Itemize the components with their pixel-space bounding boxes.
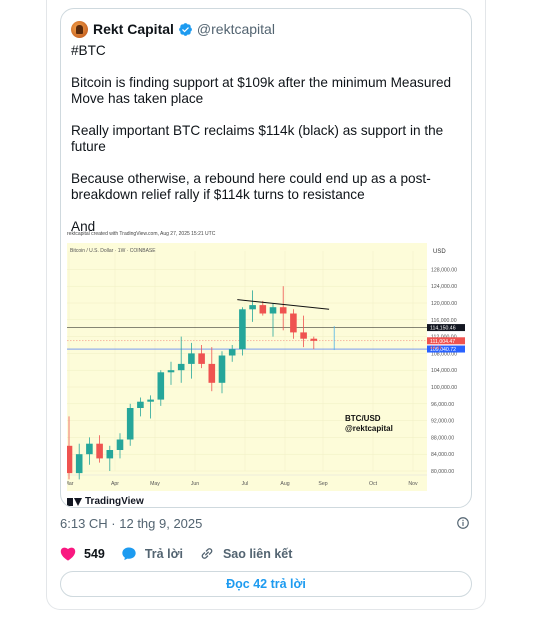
quoted-tweet[interactable]: Rekt Capital @rektcapital #BTC Bitcoin i… <box>60 8 472 508</box>
candle-body <box>188 353 195 364</box>
candle-body <box>290 313 297 333</box>
tweet-paragraph: Really important BTC reclaims $114k (bla… <box>71 123 444 154</box>
candle-body <box>157 372 165 400</box>
x-tick-label: Oct <box>369 481 378 487</box>
chart-plot: Bitcoin / U.S. Dollar · 1W · COINBASE USD… <box>67 243 467 491</box>
candle-body <box>249 305 256 310</box>
candle-body <box>259 305 267 314</box>
tradingview-icon <box>67 497 82 506</box>
candle-body <box>137 401 144 408</box>
like-button[interactable]: 549 <box>60 546 105 561</box>
tweet-timestamp[interactable]: 6:13 CH · 12 thg 9, 2025 <box>60 516 202 531</box>
candle-body <box>177 363 185 371</box>
price-axis-currency: USD <box>433 249 446 255</box>
candle-body <box>116 439 124 450</box>
verified-badge-icon <box>179 22 192 36</box>
read-replies-button[interactable]: Đọc 42 trả lời <box>60 571 472 597</box>
chart-symbol-label: Bitcoin / U.S. Dollar · 1W · COINBASE <box>70 248 156 254</box>
candle-body <box>198 353 205 364</box>
link-icon <box>201 548 213 559</box>
heart-icon <box>60 547 76 561</box>
copy-link-button[interactable]: Sao liên kết <box>199 546 292 561</box>
candle-body <box>75 454 83 474</box>
candle-body <box>279 307 287 314</box>
candle-body <box>147 399 154 402</box>
price-tag-last: 111,004.47 <box>430 339 455 345</box>
y-tick-label: 116,000.00 <box>431 318 457 324</box>
chart-meta-text: rektcapital created with TradingView.com… <box>67 231 216 237</box>
price-tag-114k: 114,150.46 <box>430 326 456 332</box>
author-name[interactable]: Rekt Capital <box>93 21 174 37</box>
reply-icon <box>122 547 136 561</box>
like-count: 549 <box>84 546 105 561</box>
chart-watermark-pair: BTC/USD <box>345 414 381 423</box>
y-tick-label: 80,000.00 <box>431 469 454 475</box>
x-tick-label: Aug <box>280 481 289 487</box>
tweet-actions: 549 Trả lời Sao liên kết <box>60 546 308 561</box>
copy-link-label: Sao liên kết <box>222 546 293 561</box>
x-tick-label: Nov <box>408 481 418 487</box>
tradingview-logo: TradingView <box>67 496 144 507</box>
x-tick-label: Sep <box>318 481 327 487</box>
y-tick-label: 120,000.00 <box>431 301 457 307</box>
tradingview-brand: TradingView <box>85 496 144 507</box>
y-tick-label: 92,000.00 <box>431 419 454 425</box>
candlestick-chart: Bitcoin / U.S. Dollar · 1W · COINBASE USD… <box>67 243 467 491</box>
avatar[interactable] <box>71 20 88 38</box>
author-handle[interactable]: @rektcapital <box>197 21 275 37</box>
tweet-paragraph: Bitcoin is finding support at $109k afte… <box>71 75 452 106</box>
candle-body <box>208 363 216 383</box>
y-tick-label: 124,000.00 <box>431 284 457 290</box>
tweet-hashtag[interactable]: #BTC <box>71 43 463 59</box>
candle-body <box>300 332 307 339</box>
x-tick-label: Jun <box>191 481 199 487</box>
candle-body <box>96 443 103 459</box>
quoted-tweet-text: #BTC Bitcoin is finding support at $109k… <box>71 43 463 235</box>
candle-body <box>126 408 134 440</box>
candle-body <box>269 307 277 314</box>
chart-watermark-handle: @rektcapital <box>345 424 393 433</box>
price-tag-countdown: 4d 01 <box>430 345 442 351</box>
x-tick-label: May <box>150 481 160 487</box>
info-icon[interactable] <box>456 516 470 530</box>
candle-body <box>228 349 236 356</box>
tweet-paragraph: Because otherwise, a rebound here could … <box>71 171 431 202</box>
y-tick-label: 88,000.00 <box>431 435 454 441</box>
candle-body <box>86 443 93 455</box>
reply-button[interactable]: Trả lời <box>121 546 183 561</box>
x-tick-label: Mar <box>67 481 74 487</box>
y-tick-label: 100,000.00 <box>431 385 457 391</box>
candle-body <box>239 309 246 350</box>
chart-image[interactable]: rektcapital created with TradingView.com… <box>67 231 467 507</box>
quoted-tweet-header: Rekt Capital @rektcapital <box>71 19 275 39</box>
y-tick-label: 84,000.00 <box>431 452 454 458</box>
y-tick-label: 128,000.00 <box>431 267 457 273</box>
y-tick-label: 96,000.00 <box>431 402 454 408</box>
reply-label: Trả lời <box>144 546 183 561</box>
x-tick-label: Apr <box>111 481 119 487</box>
candle-body <box>310 338 318 341</box>
x-tick-label: Jul <box>242 481 249 487</box>
candle-body <box>218 355 226 383</box>
candle-body <box>106 450 114 459</box>
y-tick-label: 104,000.00 <box>431 368 457 374</box>
candle-body <box>67 445 73 474</box>
candle-body <box>167 370 175 373</box>
